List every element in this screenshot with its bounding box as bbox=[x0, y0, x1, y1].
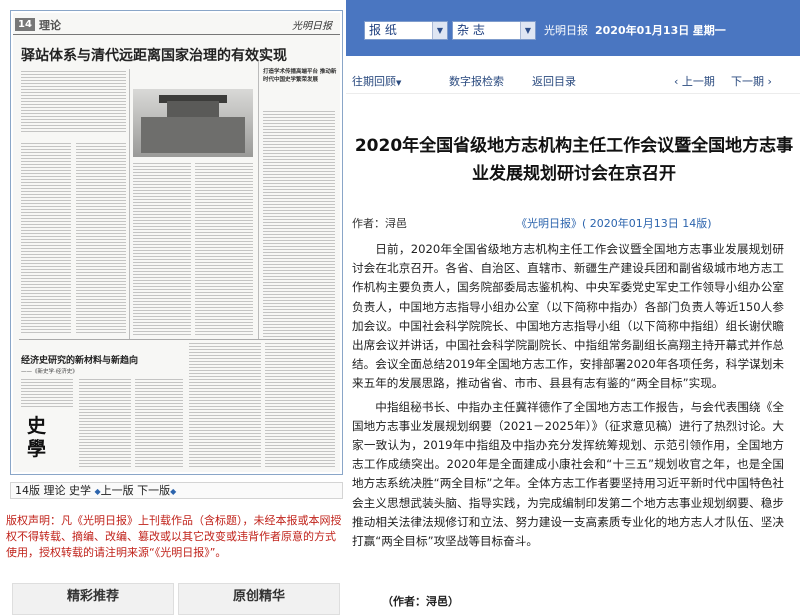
article-body: 日前，2020年全国省级地方志机构主任工作会议暨全国地方志事业发展规划研讨会在北… bbox=[352, 240, 784, 555]
preview-second-headline: 经济史研究的新材料与新趋向 bbox=[21, 356, 139, 366]
prev-page-link[interactable]: 上一版 bbox=[101, 484, 134, 497]
diamond-icon: ◆ bbox=[170, 487, 177, 496]
photo-wall-shape bbox=[141, 117, 245, 153]
preview-right-headline: 打造学术传播高端平台 推动新时代中国史学繁荣发展 bbox=[263, 69, 337, 83]
current-page-label: 14版 理论 史学 bbox=[15, 484, 91, 497]
article-title: 2020年全国省级地方志机构主任工作会议暨全国地方志事业发展规划研讨会在京召开 bbox=[354, 136, 794, 184]
right-arrow-icon: › bbox=[764, 75, 772, 88]
top-bar: 报 纸 ▼ 杂 志 ▼ 光明日报 2020年01月13日 星期一 bbox=[346, 0, 800, 56]
preview-text-block bbox=[135, 379, 183, 467]
preview-masthead: 光明日报 bbox=[292, 21, 332, 32]
preview-photo bbox=[133, 89, 253, 157]
newspaper-page-preview[interactable]: 14 理论 光明日报 驿站体系与清代远距离国家治理的有效实现 打造学术传播高端平… bbox=[10, 10, 343, 475]
preview-main-headline: 驿站体系与清代远距离国家治理的有效实现 bbox=[21, 48, 287, 64]
paper-name: 光明日报 bbox=[544, 24, 588, 37]
preview-text-block bbox=[21, 143, 71, 333]
next-issue-link[interactable]: 下一期 › bbox=[731, 72, 772, 92]
chevron-down-icon[interactable]: ▼ bbox=[520, 22, 535, 39]
prev-issue-label: 上一期 bbox=[681, 75, 715, 88]
preview-column-rule bbox=[129, 69, 130, 339]
magazine-select-value: 杂 志 bbox=[457, 23, 485, 37]
preview-text-block bbox=[21, 379, 73, 409]
copyright-notice: 版权声明：凡《光明日报》上刊载作品（含标题），未经本报或本网授权不得转载、摘编、… bbox=[6, 514, 342, 559]
article-paragraph: 中指组秘书长、中指办主任冀祥德作了全国地方志工作报告，与会代表围绕《全国地方志事… bbox=[352, 399, 784, 549]
issue-date: 2020年01月13日 bbox=[595, 24, 690, 37]
preview-text-block bbox=[133, 163, 191, 335]
preview-text-block bbox=[189, 343, 261, 467]
past-issues-label: 往期回顾 bbox=[352, 75, 396, 88]
issue-info: 光明日报 2020年01月13日 星期一 bbox=[544, 22, 726, 38]
preview-text-block bbox=[265, 343, 335, 467]
preview-page-number: 14 bbox=[15, 18, 35, 31]
article-author: 作者：浔邑 bbox=[352, 217, 407, 230]
preview-second-subtitle: ——《新史学·经济史》 bbox=[21, 369, 78, 375]
preview-header: 14 理论 光明日报 bbox=[13, 13, 340, 35]
preview-section-name: 理论 bbox=[39, 19, 61, 32]
tab-original[interactable]: 原创精华 bbox=[178, 583, 340, 615]
preview-header-rule bbox=[13, 34, 340, 35]
next-page-link[interactable]: 下一版 bbox=[137, 484, 170, 497]
digital-search-link[interactable]: 数字报检索 bbox=[449, 72, 504, 92]
tab-featured[interactable]: 精彩推荐 bbox=[12, 583, 174, 615]
chevron-down-icon[interactable]: ▼ bbox=[432, 22, 447, 39]
issue-weekday: 星期一 bbox=[692, 24, 726, 37]
article-source[interactable]: 《光明日报》( 2020年01月13日 14版) bbox=[516, 215, 712, 231]
next-issue-label: 下一期 bbox=[731, 75, 764, 88]
preview-calligraphy: 史 學 bbox=[27, 415, 77, 469]
prev-issue-link[interactable]: ‹ 上一期 bbox=[674, 72, 715, 92]
preview-text-block bbox=[195, 163, 253, 335]
left-panel: 14 理论 光明日报 驿站体系与清代远距离国家治理的有效实现 打造学术传播高端平… bbox=[0, 0, 346, 615]
recommend-tabs: 精彩推荐 原创精华 bbox=[6, 583, 342, 615]
newspaper-page-image[interactable]: 14 理论 光明日报 驿站体系与清代远距离国家治理的有效实现 打造学术传播高端平… bbox=[13, 13, 340, 472]
preview-text-block bbox=[79, 379, 131, 467]
caret-down-icon: ▼ bbox=[396, 79, 402, 87]
preview-column-rule bbox=[258, 61, 259, 339]
calligraphy-char-2: 學 bbox=[27, 438, 47, 460]
page-navigation: 14版 理论 史学 ◆上一版 下一版◆ bbox=[10, 482, 343, 499]
article-paragraph: 日前，2020年全国省级地方志机构主任工作会议暨全国地方志事业发展规划研讨会在北… bbox=[352, 242, 784, 391]
past-issues-link[interactable]: 往期回顾▼ bbox=[352, 72, 401, 93]
preview-text-block bbox=[76, 143, 126, 333]
article-sign-off: （作者：浔邑） bbox=[382, 595, 459, 608]
preview-text-block bbox=[263, 111, 335, 337]
magazine-select[interactable]: 杂 志 ▼ bbox=[452, 21, 536, 40]
newspaper-select-value: 报 纸 bbox=[369, 23, 397, 37]
preview-text-block bbox=[21, 71, 126, 133]
calligraphy-char-1: 史 bbox=[27, 415, 47, 437]
newspaper-select[interactable]: 报 纸 ▼ bbox=[364, 21, 448, 40]
left-arrow-icon: ‹ bbox=[674, 75, 682, 88]
preview-section-rule bbox=[19, 339, 335, 340]
back-to-directory-link[interactable]: 返回目录 bbox=[532, 72, 576, 92]
issue-navigation: 往期回顾▼ 数字报检索 返回目录 ‹ 上一期 下一期 › bbox=[346, 72, 800, 94]
